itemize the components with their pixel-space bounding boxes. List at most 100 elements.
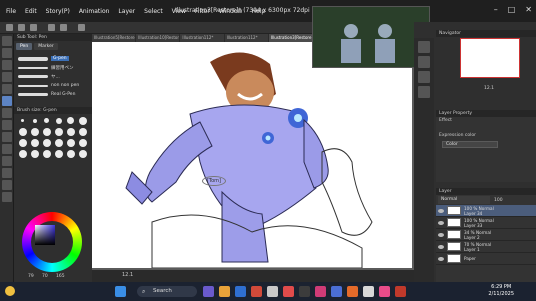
eye-icon[interactable] xyxy=(438,244,444,249)
navigator-preview[interactable] xyxy=(460,38,520,78)
eraser-tool-icon[interactable] xyxy=(2,144,12,154)
app-icon[interactable] xyxy=(267,286,278,297)
menu-animation[interactable]: Animation xyxy=(79,8,110,15)
menu-edit[interactable]: Edit xyxy=(25,8,37,15)
brush-size-option[interactable] xyxy=(43,150,51,158)
list-item[interactable]: Real G-Pen xyxy=(18,90,88,99)
list-item[interactable]: G-pen xyxy=(18,54,88,63)
brush-size-option[interactable] xyxy=(79,139,87,147)
brush-size-option[interactable] xyxy=(19,128,27,136)
expression-color-select[interactable]: Color xyxy=(442,141,498,148)
list-item[interactable]: ヤ... xyxy=(18,72,88,81)
blend-mode-select[interactable]: Normal xyxy=(438,196,490,204)
brush-size-option[interactable] xyxy=(31,139,39,147)
app-icon[interactable] xyxy=(235,286,246,297)
close-icon[interactable]: ✕ xyxy=(525,5,532,14)
app-icon[interactable] xyxy=(299,286,310,297)
search-box[interactable]: ⌕ Search xyxy=(137,286,197,297)
brush-size-option[interactable] xyxy=(43,139,51,147)
save-icon[interactable] xyxy=(30,24,37,31)
pen-tool-icon[interactable] xyxy=(2,96,12,106)
panel-toggle-icon[interactable] xyxy=(418,71,430,83)
tab-pen[interactable]: Pen xyxy=(16,43,33,50)
canvas-tab[interactable]: Illustration5[Restore]* xyxy=(92,34,136,42)
brush-size-option[interactable] xyxy=(79,117,87,125)
brush-size-option[interactable] xyxy=(67,128,75,136)
app-icon[interactable] xyxy=(251,286,262,297)
app-icon[interactable] xyxy=(315,286,326,297)
list-item[interactable]: non non pen xyxy=(18,81,88,90)
app-icon[interactable] xyxy=(379,286,390,297)
app-icon[interactable] xyxy=(203,286,214,297)
lasso-tool-icon[interactable] xyxy=(2,72,12,82)
clip-studio-icon[interactable] xyxy=(363,286,374,297)
clock[interactable]: 6:29 PM 2/11/2025 xyxy=(488,284,514,298)
reference-window[interactable] xyxy=(312,6,430,68)
panel-toggle-icon[interactable] xyxy=(418,56,430,68)
panel-toggle-icon[interactable] xyxy=(418,41,430,53)
eye-icon[interactable] xyxy=(438,208,444,213)
brush-size-option[interactable] xyxy=(79,128,87,136)
text-tool-icon[interactable] xyxy=(2,192,12,202)
brush-size-option[interactable] xyxy=(55,139,63,147)
brush-size-option[interactable] xyxy=(79,150,87,158)
weather-icon[interactable] xyxy=(5,286,15,296)
zoom-tool-icon[interactable] xyxy=(2,36,12,46)
clear-icon[interactable] xyxy=(78,24,85,31)
gradient-tool-icon[interactable] xyxy=(2,168,12,178)
app-icon[interactable] xyxy=(395,286,406,297)
move-tool-icon[interactable] xyxy=(2,48,12,58)
select-tool-icon[interactable] xyxy=(2,60,12,70)
undo-icon[interactable] xyxy=(48,24,55,31)
new-file-icon[interactable] xyxy=(6,24,13,31)
eye-icon[interactable] xyxy=(438,220,444,225)
layer-row[interactable]: 100 % Normal Layer 33 xyxy=(436,217,536,229)
brush-size-option[interactable] xyxy=(67,150,75,158)
brush-size-option[interactable] xyxy=(67,117,74,124)
canvas-tab-active[interactable]: Illustration3[Restore]* xyxy=(268,34,313,42)
airbrush-tool-icon[interactable] xyxy=(2,132,12,142)
layer-row[interactable]: 70 % Normal Layer 1 xyxy=(436,241,536,253)
pencil-tool-icon[interactable] xyxy=(2,108,12,118)
layer-row[interactable]: 100 % Normal Layer 34 xyxy=(436,205,536,217)
panel-toggle-icon[interactable] xyxy=(418,86,430,98)
eyedropper-tool-icon[interactable] xyxy=(2,84,12,94)
brush-size-option[interactable] xyxy=(19,139,27,147)
menu-file[interactable]: File xyxy=(6,8,16,15)
layer-row[interactable]: 34 % Normal Layer 2 xyxy=(436,229,536,241)
brush-size-option[interactable] xyxy=(43,128,51,136)
brush-size-option[interactable] xyxy=(33,119,37,123)
menu-select[interactable]: Select xyxy=(144,8,163,15)
canvas-area[interactable]: [Tom] xyxy=(92,42,414,270)
eye-icon[interactable] xyxy=(438,256,444,261)
brush-size-option[interactable] xyxy=(21,119,24,122)
fill-tool-icon[interactable] xyxy=(2,156,12,166)
redo-icon[interactable] xyxy=(60,24,67,31)
maximize-icon[interactable]: □ xyxy=(508,5,516,14)
brush-size-option[interactable] xyxy=(55,150,63,158)
canvas-tab[interactable]: Illustration112* xyxy=(180,34,224,42)
brush-size-option[interactable] xyxy=(44,118,49,123)
canvas-tab[interactable]: Illustration112* xyxy=(224,34,268,42)
figure-tool-icon[interactable] xyxy=(2,180,12,190)
menu-story[interactable]: Story(P) xyxy=(46,8,70,15)
brush-size-option[interactable] xyxy=(67,139,75,147)
app-icon[interactable] xyxy=(283,286,294,297)
eye-icon[interactable] xyxy=(438,232,444,237)
drawing-paper[interactable]: [Tom] xyxy=(92,42,412,268)
open-file-icon[interactable] xyxy=(18,24,25,31)
color-wheel[interactable] xyxy=(22,212,82,272)
minimize-icon[interactable]: – xyxy=(494,5,498,14)
app-icon[interactable] xyxy=(331,286,342,297)
app-icon[interactable] xyxy=(219,286,230,297)
layer-row[interactable]: Paper xyxy=(436,253,536,265)
brush-tool-icon[interactable] xyxy=(2,120,12,130)
start-icon[interactable] xyxy=(115,286,126,297)
brush-size-option[interactable] xyxy=(31,150,39,158)
tab-marker[interactable]: Marker xyxy=(34,43,58,50)
list-item[interactable]: 練習用ペン xyxy=(18,63,88,72)
canvas-tab[interactable]: Illustration10[Restore]* xyxy=(136,34,180,42)
brush-size-option[interactable] xyxy=(56,118,62,124)
brush-size-option[interactable] xyxy=(31,128,39,136)
opacity-value[interactable]: 100 xyxy=(494,198,503,203)
